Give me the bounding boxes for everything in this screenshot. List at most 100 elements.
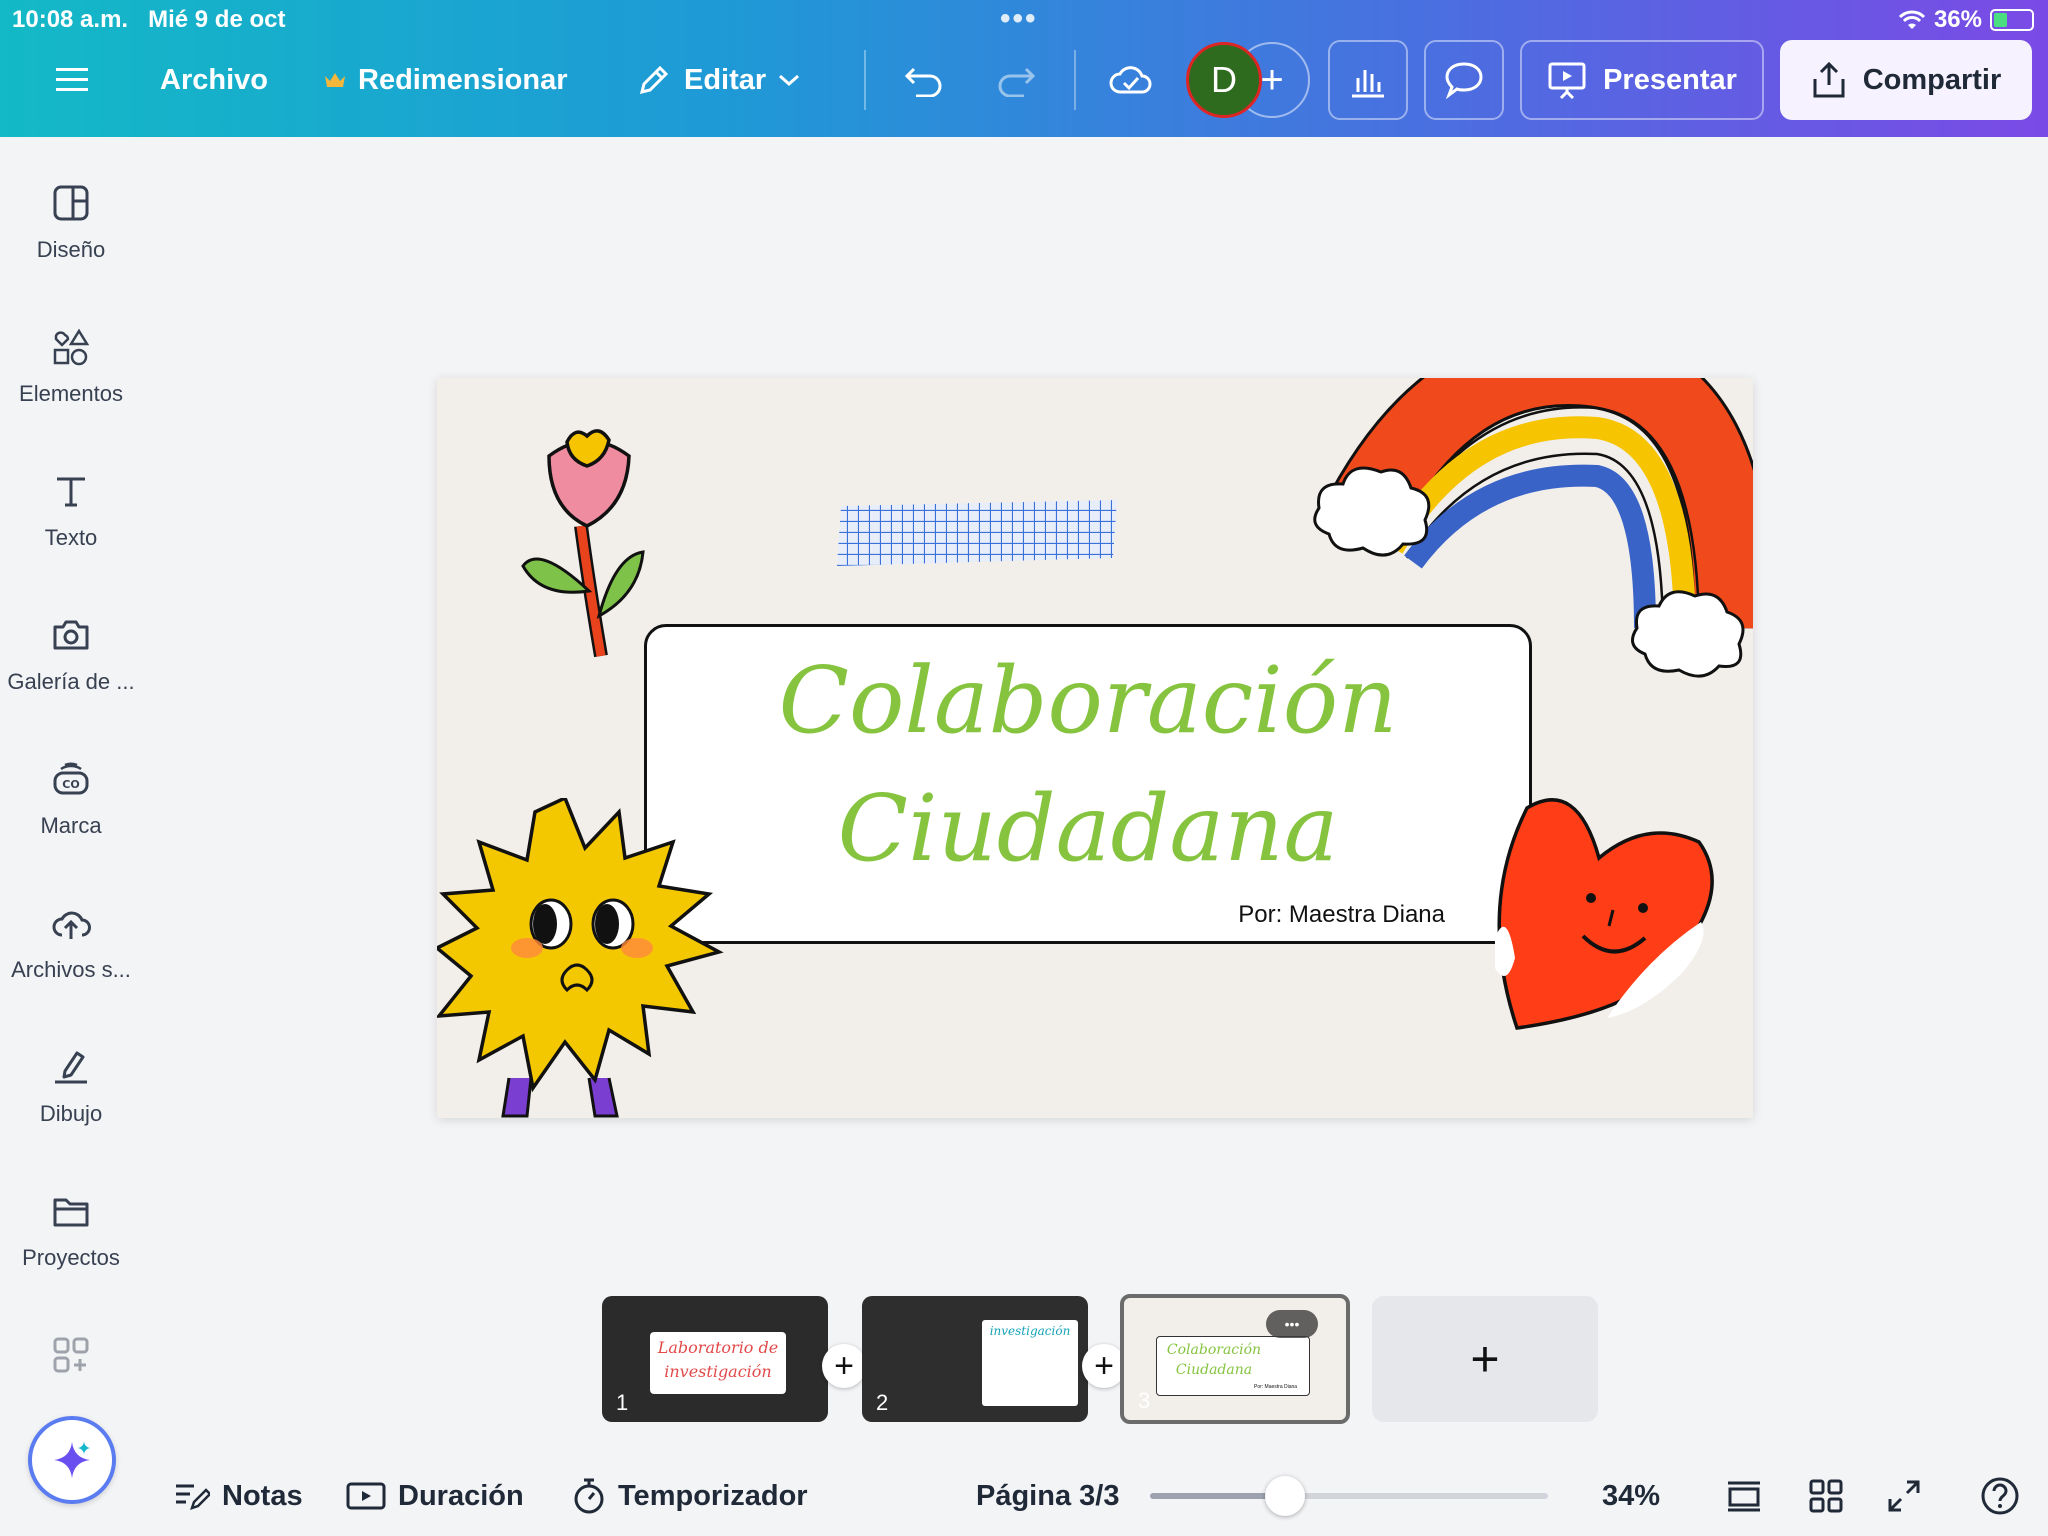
grid-tape-sticker[interactable] — [837, 500, 1119, 566]
brand-icon: CO — [53, 762, 89, 795]
comments-button[interactable] — [1424, 40, 1504, 120]
thumb-author: Por: Maestra Diana — [1254, 1384, 1298, 1390]
zoom-slider[interactable] — [1150, 1476, 1548, 1516]
share-upload-icon — [1813, 61, 1845, 98]
slide-author[interactable]: Por: Maestra Diana — [1238, 901, 1445, 929]
comment-bubble-icon — [1445, 62, 1483, 99]
avatar[interactable]: D — [1186, 42, 1262, 118]
sidebar-item-elements[interactable]: Elementos — [0, 327, 142, 437]
notes-button[interactable]: Notas — [174, 1474, 303, 1518]
status-time: 10:08 a.m. — [12, 6, 129, 33]
help-button[interactable] — [1978, 1474, 2022, 1518]
duration-button[interactable]: Duración — [346, 1474, 524, 1518]
draw-pen-icon — [55, 1051, 87, 1084]
slide-title-line2[interactable]: Ciudadana — [647, 775, 1529, 882]
sidebar-item-label: Texto — [44, 525, 98, 550]
expand-icon — [1888, 1480, 1920, 1512]
camera-icon — [53, 620, 89, 650]
notes-icon — [176, 1484, 210, 1510]
present-button[interactable]: Presentar — [1520, 40, 1764, 120]
page-number: 1 — [616, 1390, 629, 1415]
resize-button[interactable]: Redimensionar — [324, 58, 568, 102]
undo-button[interactable] — [904, 58, 944, 102]
sidebar-item-brand[interactable]: CO Marca — [0, 759, 142, 869]
battery-fill — [1994, 13, 2007, 27]
svg-text:CO: CO — [62, 778, 79, 791]
fullscreen-button[interactable] — [1882, 1474, 1926, 1518]
insert-page-button[interactable]: + — [822, 1344, 866, 1388]
page-view-button[interactable] — [1722, 1474, 1766, 1518]
sidebar-item-uploads[interactable]: Archivos s... — [0, 903, 142, 1013]
menu-button[interactable] — [56, 58, 88, 102]
pencil-icon — [639, 65, 669, 95]
wifi-icon — [1898, 10, 1926, 29]
thumb-more-options-button[interactable]: ••• — [1266, 1310, 1318, 1338]
redo-button[interactable] — [996, 58, 1036, 102]
sidebar-item-draw[interactable]: Dibujo — [0, 1047, 142, 1157]
slide-canvas[interactable]: Colaboración Ciudadana Por: Maestra Dian… — [437, 378, 1753, 1118]
duration-label: Duración — [398, 1479, 524, 1512]
chevron-down-icon — [779, 74, 800, 87]
edit-label: Editar — [684, 63, 767, 96]
sidebar-item-projects[interactable]: Proyectos — [0, 1191, 142, 1301]
cloud-sync-button[interactable] — [1108, 58, 1152, 102]
plus-icon: + — [834, 1346, 854, 1385]
zoom-label: 34% — [1602, 1479, 1661, 1512]
insights-button[interactable] — [1328, 40, 1408, 120]
status-bar: 10:08 a.m. Mié 9 de oct ••• 36% — [0, 0, 2048, 38]
title-card[interactable]: Colaboración Ciudadana Por: Maestra Dian… — [644, 624, 1532, 944]
sidebar-item-label: Galería de ... — [7, 669, 135, 694]
crown-icon — [325, 73, 345, 87]
share-button[interactable]: Compartir — [1780, 40, 2032, 120]
multitask-dots-icon[interactable]: ••• — [1000, 2, 1038, 36]
magic-assistant-button[interactable] — [28, 1416, 116, 1504]
page-thumbnail-2[interactable]: investigación 2 — [862, 1296, 1088, 1422]
page-number: 3 — [1138, 1388, 1151, 1413]
help-icon — [1981, 1477, 2019, 1515]
zoom-level[interactable]: 34% — [1602, 1474, 1660, 1518]
sidebar-item-label: Archivos s... — [11, 957, 131, 982]
cloud-check-icon — [1109, 66, 1152, 94]
sidebar-item-apps[interactable] — [0, 1335, 142, 1385]
file-menu-label: Archivo — [160, 63, 268, 96]
page-number: 2 — [876, 1390, 889, 1415]
sidebar-item-text[interactable]: Texto — [0, 471, 142, 581]
zoom-slider-handle[interactable] — [1265, 1476, 1305, 1516]
sun-character-sticker[interactable] — [437, 798, 727, 1118]
battery-icon — [1990, 9, 2034, 31]
play-box-icon — [346, 1482, 386, 1510]
add-page-button[interactable]: + — [1372, 1296, 1598, 1422]
folder-icon — [53, 1198, 89, 1227]
grid-view-button[interactable] — [1804, 1474, 1848, 1518]
share-label: Compartir — [1862, 63, 2002, 96]
file-menu-button[interactable]: Archivo — [160, 58, 268, 102]
thumb-title: investigación — [989, 1324, 1071, 1338]
apps-grid-icon — [53, 1337, 89, 1373]
resize-label: Redimensionar — [358, 63, 568, 96]
sidebar-item-label: Marca — [40, 813, 102, 838]
thumb-title: Colaboración Ciudadana — [1166, 1342, 1262, 1378]
plus-icon: + — [1094, 1346, 1114, 1385]
redo-icon — [998, 67, 1036, 97]
heart-character-sticker[interactable] — [1487, 788, 1727, 1038]
edit-dropdown[interactable]: Editar — [636, 58, 800, 102]
timer-label: Temporizador — [618, 1479, 808, 1512]
timer-button[interactable]: Temporizador — [572, 1474, 808, 1518]
page-indicator: Página 3/3 — [976, 1474, 1119, 1518]
cloud-upload-icon — [52, 911, 91, 939]
sparkle-icon — [54, 1442, 90, 1478]
present-label: Presentar — [1603, 63, 1737, 96]
page-thumbnail-1[interactable]: Laboratorio de investigación 1 — [602, 1296, 828, 1422]
status-time-date: 10:08 a.m. Mié 9 de oct — [12, 6, 285, 34]
sidebar-item-design[interactable]: Diseño — [0, 183, 142, 293]
grid-view-icon — [1809, 1479, 1843, 1513]
top-toolbar: 10:08 a.m. Mié 9 de oct ••• 36% Archivo … — [0, 0, 2048, 137]
page-thumbnail-3-selected[interactable]: Colaboración Ciudadana Por: Maestra Dian… — [1120, 1294, 1350, 1424]
slide-title-line1[interactable]: Colaboración — [647, 647, 1529, 754]
sidebar-item-gallery[interactable]: Galería de ... — [0, 615, 142, 725]
layout-icon — [53, 185, 89, 221]
sidebar-item-label: Proyectos — [22, 1245, 120, 1270]
hamburger-menu-icon — [56, 68, 88, 91]
notes-label: Notas — [222, 1479, 303, 1512]
presentation-icon — [1548, 62, 1586, 100]
